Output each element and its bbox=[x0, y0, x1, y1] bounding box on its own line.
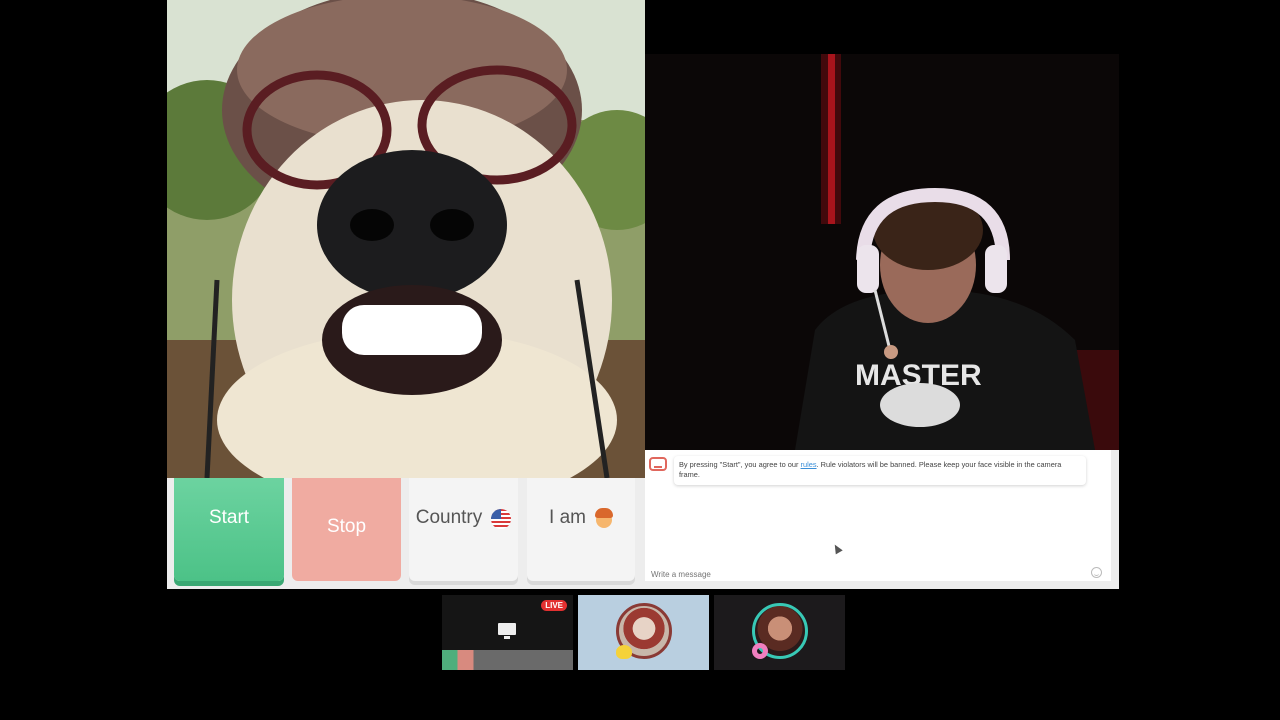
live-badge: LIVE bbox=[541, 600, 567, 611]
emoji-icon[interactable] bbox=[1091, 567, 1102, 578]
self-camera-video: MASTER bbox=[645, 0, 1119, 450]
country-button-label: Country bbox=[415, 507, 483, 528]
thumbnail-avatar-2[interactable] bbox=[714, 595, 845, 670]
monitor-icon bbox=[498, 623, 516, 639]
partner-video bbox=[167, 0, 645, 478]
donut-icon bbox=[752, 643, 768, 659]
thumbnail-avatar-1[interactable] bbox=[578, 595, 709, 670]
dog-with-glasses-image bbox=[167, 0, 645, 478]
stop-button[interactable]: Stop bbox=[292, 478, 401, 581]
iam-button[interactable]: I am bbox=[527, 478, 635, 581]
country-button[interactable]: Country bbox=[409, 478, 518, 581]
start-button[interactable]: Start bbox=[174, 478, 284, 581]
us-flag-icon bbox=[491, 509, 512, 529]
duck-icon bbox=[616, 645, 632, 659]
start-button-label: Start bbox=[208, 507, 250, 528]
iam-button-label: I am bbox=[549, 507, 586, 528]
person-with-headphones-image: MASTER bbox=[645, 54, 1119, 450]
control-buttons: Start Stop Country I am bbox=[167, 478, 645, 589]
message-input[interactable] bbox=[649, 566, 1073, 582]
thumbnail-live-stream[interactable]: LIVE bbox=[442, 595, 573, 670]
boy-face-icon bbox=[594, 508, 613, 528]
system-message-prefix: By pressing "Start", you agree to our bbox=[679, 460, 801, 469]
system-message: By pressing "Start", you agree to our ru… bbox=[674, 456, 1086, 485]
video-chat-panel: MASTER Start Stop Country I am By pressi… bbox=[167, 0, 1119, 589]
rules-link[interactable]: rules bbox=[801, 460, 817, 469]
chat-bot-icon bbox=[649, 457, 667, 471]
chat-window: By pressing "Start", you agree to our ru… bbox=[645, 450, 1111, 582]
thumbnail-preview-strip bbox=[442, 650, 573, 670]
chat-area: By pressing "Start", you agree to our ru… bbox=[645, 450, 1119, 589]
stop-button-label: Stop bbox=[326, 516, 367, 537]
